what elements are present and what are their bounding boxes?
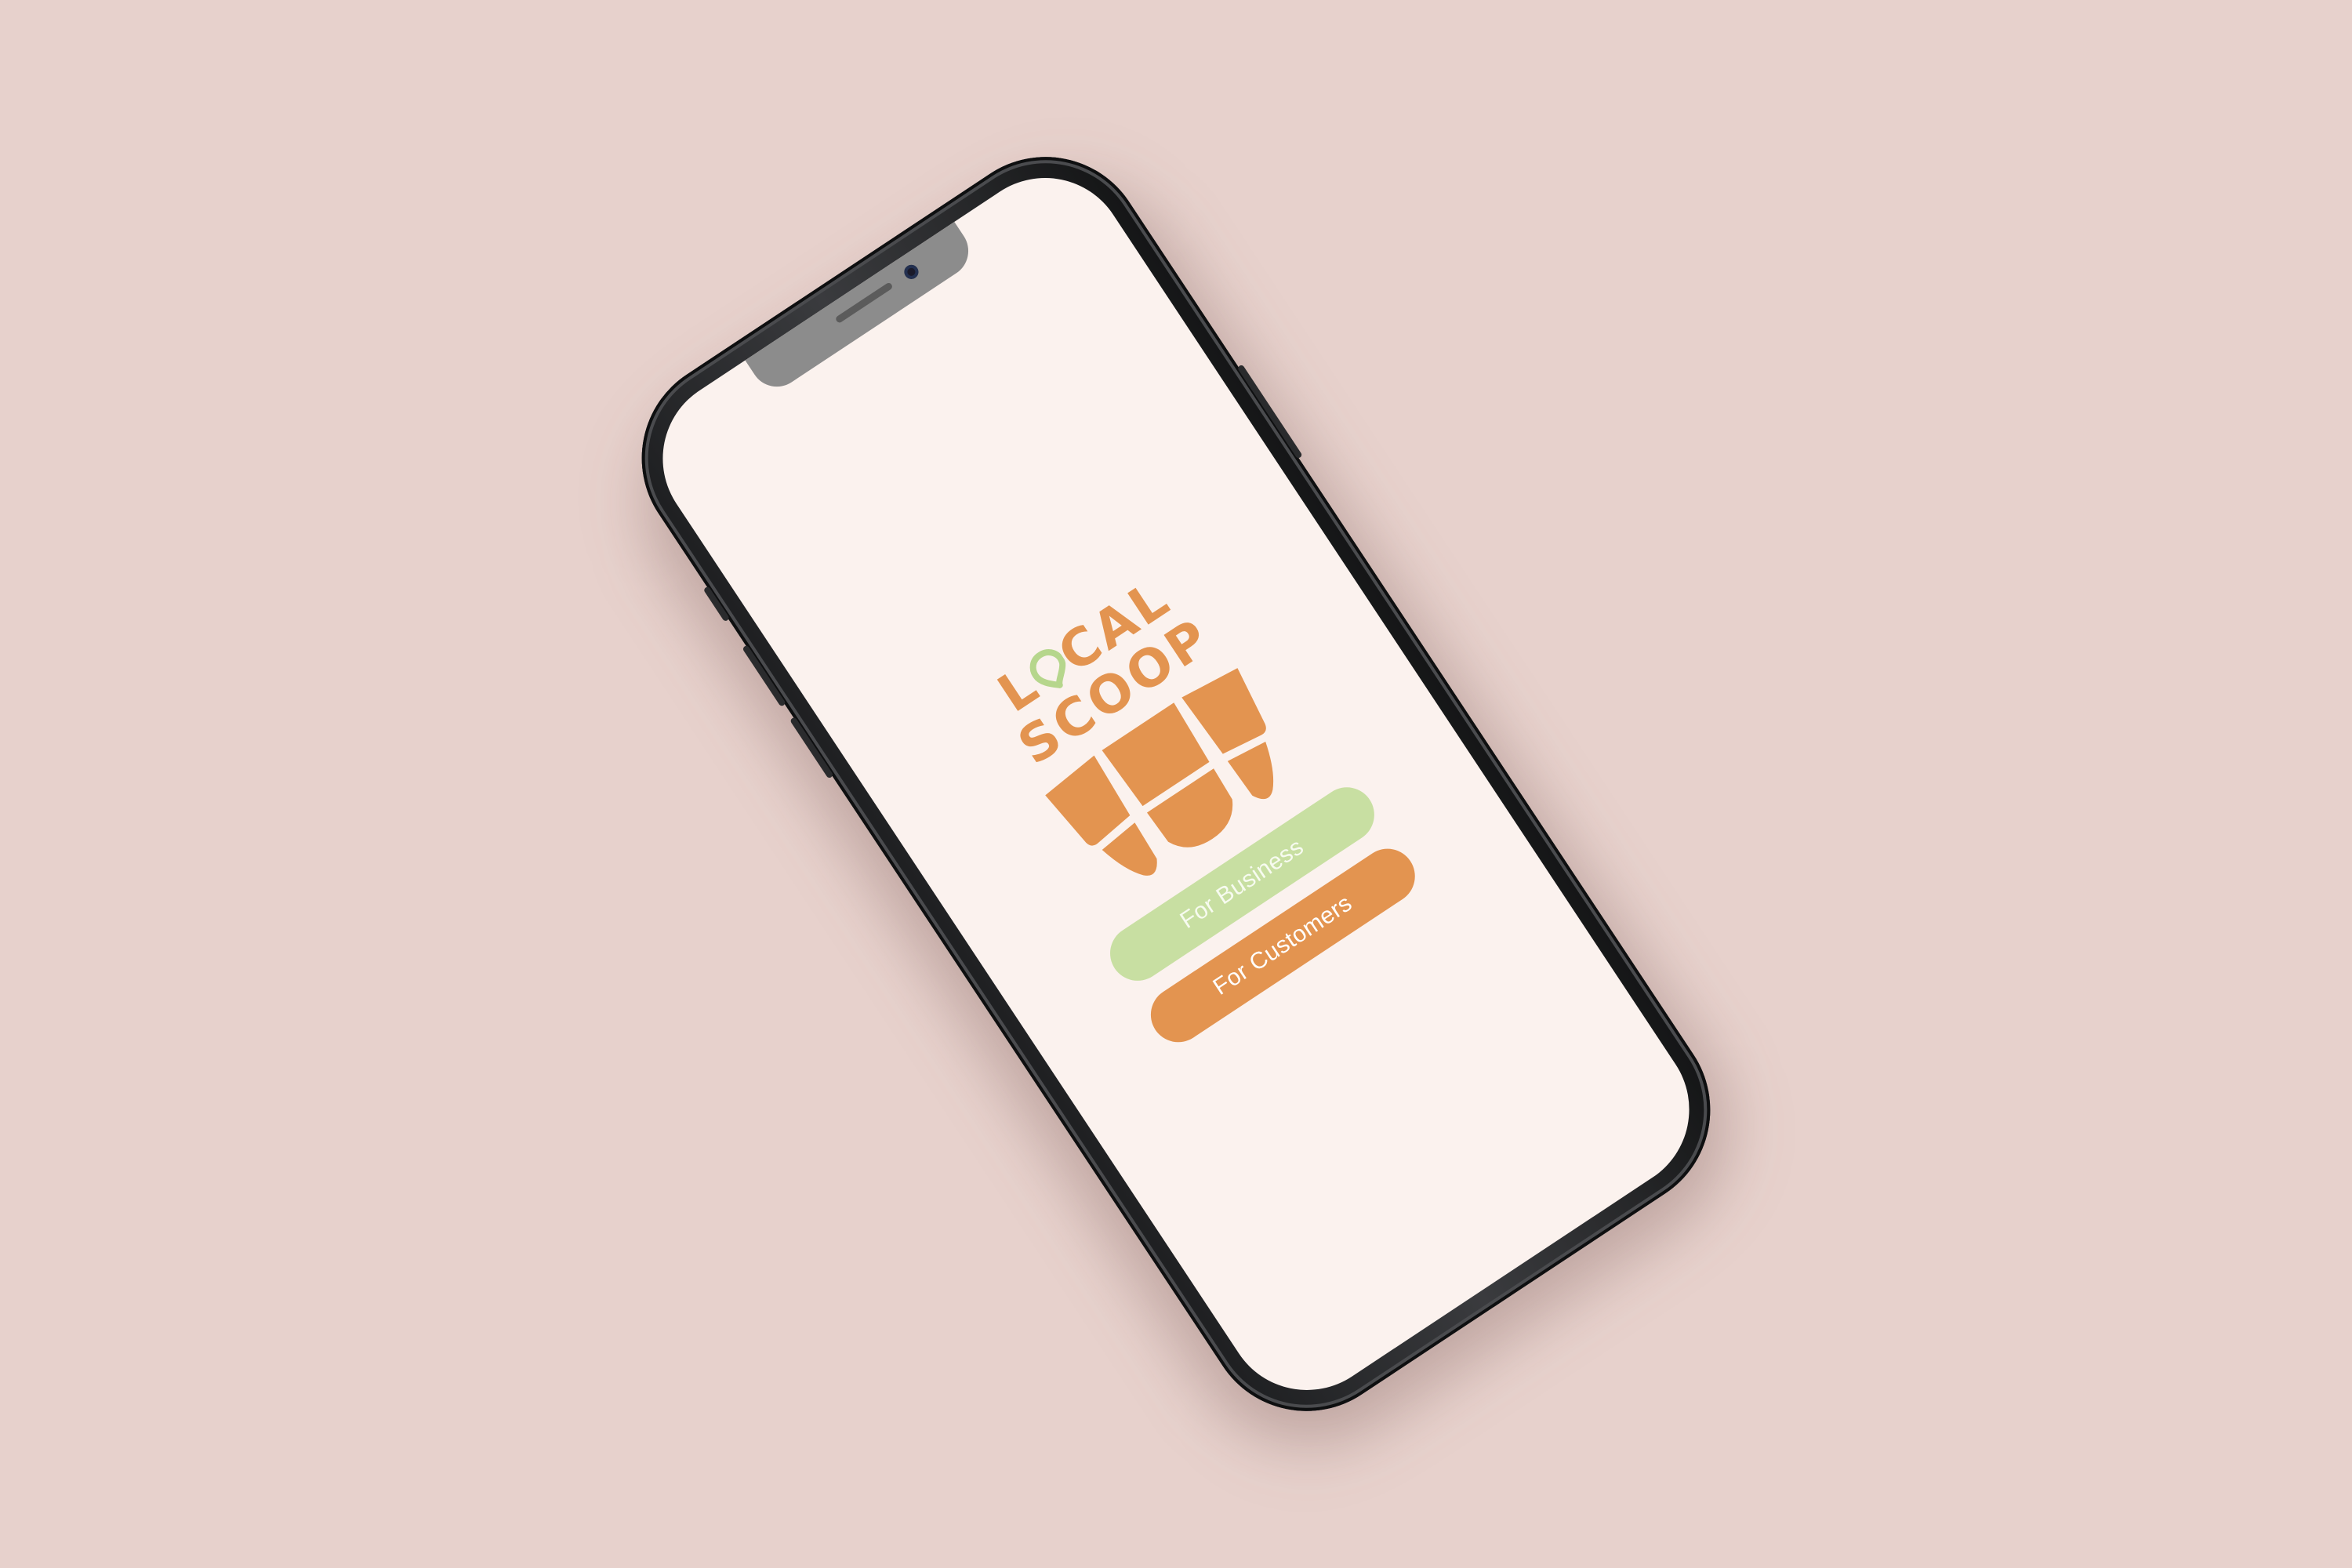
- front-camera: [901, 262, 921, 282]
- mockup-background: LCAL SCOOP For Business For Customers: [0, 0, 2352, 1568]
- phone-frame: LCAL SCOOP For Business For Customers: [603, 118, 1749, 1450]
- phone-mockup: LCAL SCOOP For Business For Customers: [601, 118, 1773, 1490]
- app-screen: LCAL SCOOP For Business For Customers: [631, 146, 1721, 1422]
- speaker-grille: [834, 281, 894, 325]
- notch: [744, 220, 979, 397]
